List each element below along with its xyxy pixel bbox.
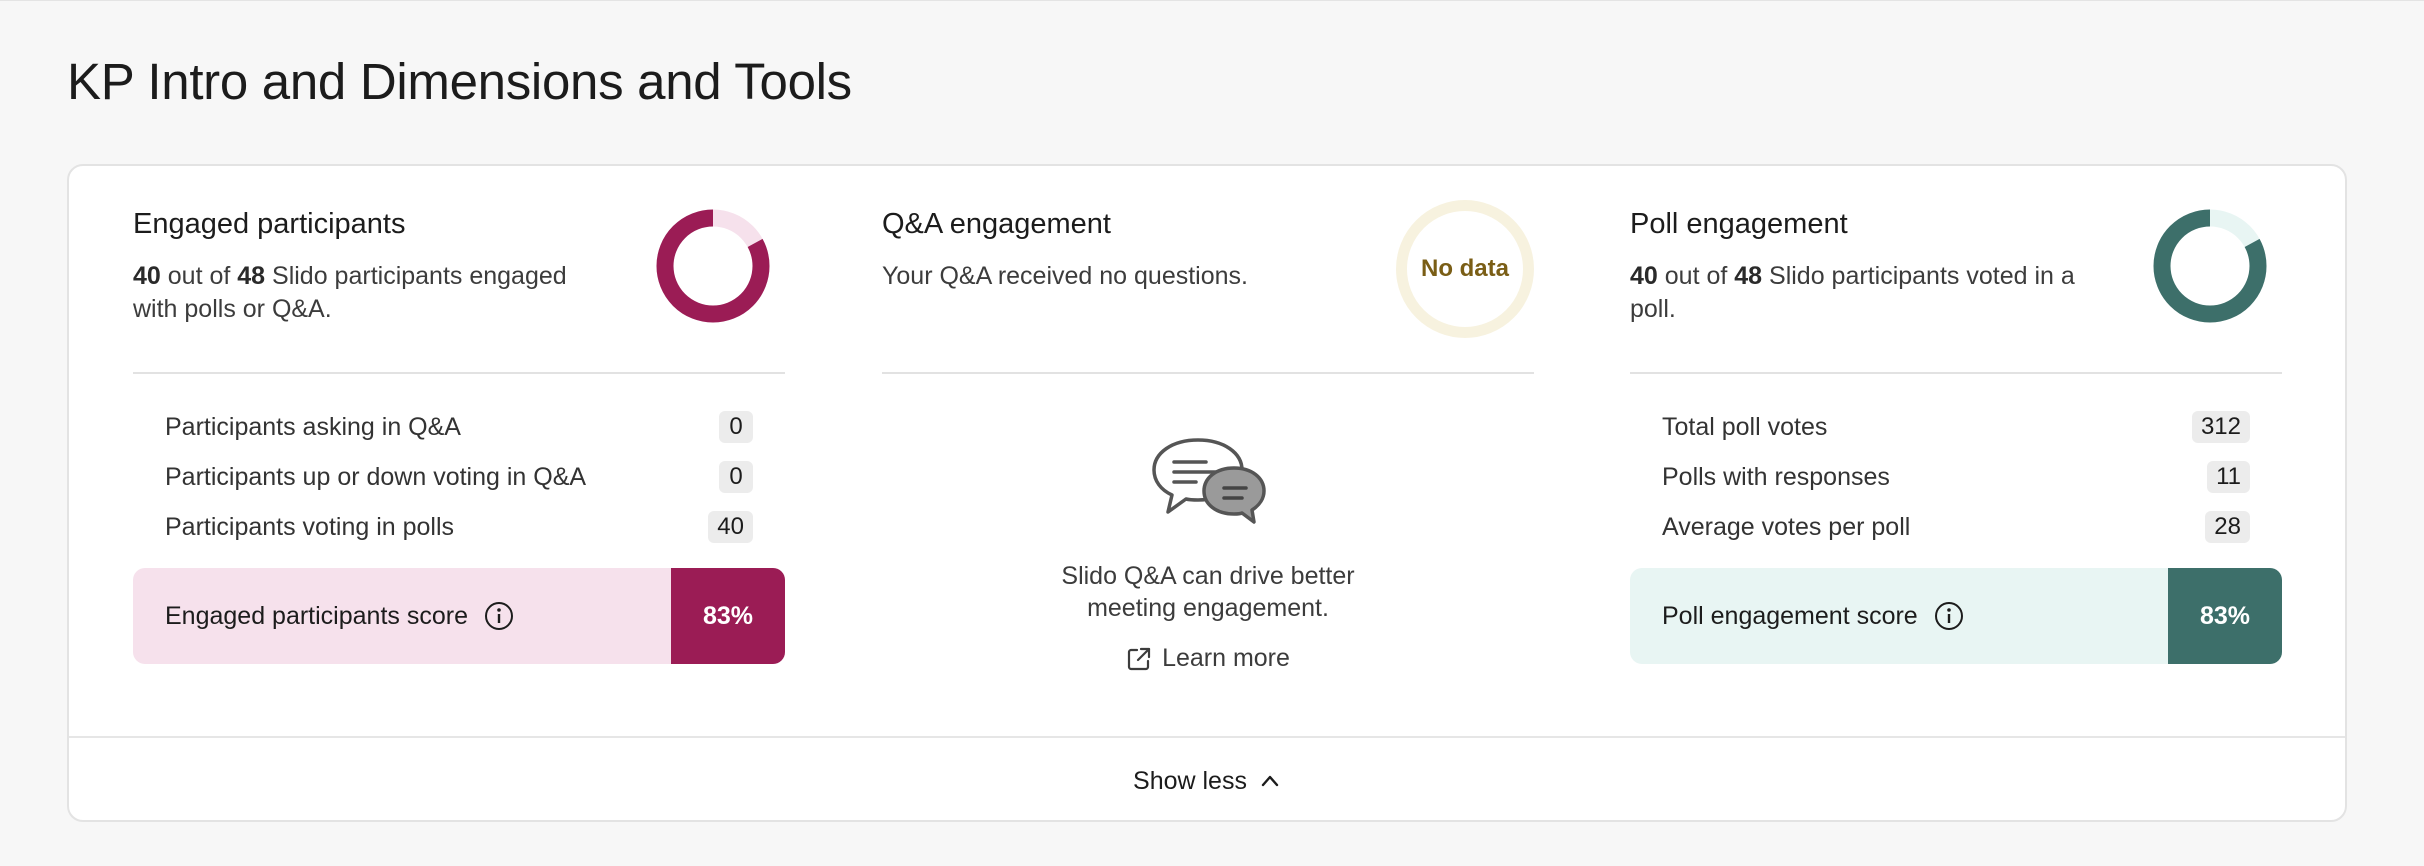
poll-engagement-title: Poll engagement (1630, 208, 1848, 240)
metric-row: Total poll votes 312 (1662, 402, 2250, 452)
score-label-area: Poll engagement score (1630, 568, 2168, 664)
qa-promo-line: meeting engagement. (1087, 594, 1329, 622)
metric-row: Participants voting in polls 40 (165, 502, 753, 552)
engaged-participants-section: Engaged participants 40 out of 48 Slido … (133, 166, 785, 736)
chat-bubbles-icon (1152, 438, 1266, 524)
qa-engagement-title: Q&A engagement (882, 208, 1111, 240)
metric-label: Total poll votes (1662, 412, 1828, 441)
engaged-score-value: 83% (671, 568, 785, 664)
total-count: 48 (1734, 262, 1763, 290)
metric-value-badge: 0 (719, 461, 753, 493)
total-count: 48 (237, 262, 266, 290)
qa-promo-text: Slido Q&A can drive better meeting engag… (882, 560, 1534, 624)
engaged-count: 40 (133, 262, 161, 290)
desc-connector: out of (160, 262, 238, 290)
engaged-participants-title: Engaged participants (133, 208, 406, 240)
poll-metrics-list: Total poll votes 312 Polls with response… (1662, 402, 2250, 552)
metric-label: Polls with responses (1662, 462, 1890, 491)
top-border (0, 0, 2424, 1)
metric-label: Participants up or down voting in Q&A (165, 462, 587, 491)
poll-engagement-description: 40 out of 48 Slido participants voted in… (1630, 260, 2100, 326)
no-data-label: No data (1420, 255, 1509, 282)
divider (133, 372, 785, 374)
show-less-button[interactable]: Show less (1133, 767, 1281, 796)
engaged-donut-chart (656, 209, 770, 323)
engaged-metrics-list: Participants asking in Q&A 0 Participant… (165, 402, 753, 552)
learn-more-label: Learn more (1162, 644, 1290, 672)
no-data-ring: No data (1396, 200, 1534, 338)
info-icon[interactable] (1934, 601, 1964, 631)
metric-row: Participants up or down voting in Q&A 0 (165, 452, 753, 502)
divider (1630, 372, 2282, 374)
divider (882, 372, 1534, 374)
metric-label: Participants asking in Q&A (165, 412, 461, 441)
poll-engagement-section: Poll engagement 40 out of 48 Slido parti… (1630, 166, 2282, 736)
voted-count: 40 (1630, 262, 1658, 290)
score-label-area: Engaged participants score (133, 568, 671, 664)
page-title: KP Intro and Dimensions and Tools (67, 53, 852, 110)
poll-donut-chart (2153, 209, 2267, 323)
metric-value-badge: 0 (719, 411, 753, 443)
poll-score-value: 83% (2168, 568, 2282, 664)
metric-row: Average votes per poll 28 (1662, 502, 2250, 552)
show-less-label: Show less (1133, 766, 1247, 795)
desc-connector: out of (1657, 262, 1735, 290)
qa-engagement-description: Your Q&A received no questions. (882, 262, 1248, 290)
poll-score-bar: Poll engagement score 83% (1630, 568, 2282, 664)
external-link-icon (1127, 647, 1151, 670)
engagement-card: Engaged participants 40 out of 48 Slido … (67, 164, 2347, 822)
poll-score-label: Poll engagement score (1662, 601, 1918, 630)
engaged-score-label: Engaged participants score (165, 601, 468, 630)
engaged-score-bar: Engaged participants score 83% (133, 568, 785, 664)
card-footer: Show less (69, 736, 2345, 820)
learn-more-link[interactable]: Learn more (882, 644, 1534, 673)
metric-row: Participants asking in Q&A 0 (165, 402, 753, 452)
metric-value-badge: 40 (708, 511, 753, 543)
metric-value-badge: 28 (2205, 511, 2250, 543)
chevron-up-icon (1261, 775, 1279, 787)
metric-value-badge: 11 (2207, 461, 2250, 493)
metric-value-badge: 312 (2191, 411, 2250, 443)
metric-row: Polls with responses 11 (1662, 452, 2250, 502)
qa-engagement-section: Q&A engagement Your Q&A received no ques… (882, 166, 1534, 736)
qa-promo-line: Slido Q&A can drive better (1061, 562, 1355, 590)
engaged-participants-description: 40 out of 48 Slido participants engaged … (133, 260, 603, 326)
metric-label: Average votes per poll (1662, 512, 1911, 541)
info-icon[interactable] (484, 601, 514, 631)
metric-label: Participants voting in polls (165, 512, 455, 541)
